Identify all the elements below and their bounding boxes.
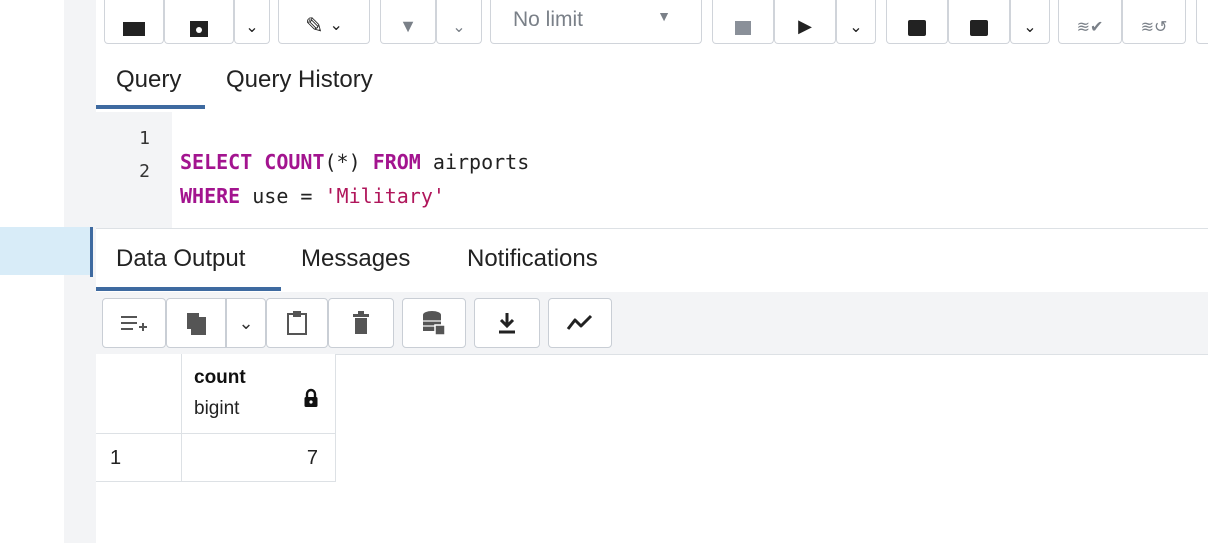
cell-value: 7 (306, 447, 318, 469)
line-number: 2 (139, 161, 150, 182)
copy-button[interactable] (166, 298, 226, 348)
row-number: 1 (110, 447, 122, 469)
tab-notifications[interactable]: Notifications (467, 245, 598, 273)
download-button[interactable] (474, 298, 540, 348)
tab-query[interactable]: Query (116, 66, 181, 94)
save-data-icon (423, 311, 446, 336)
graph-icon (566, 314, 593, 330)
pencil-icon: ✎ (305, 12, 324, 38)
paste-icon (287, 311, 307, 335)
save-dropdown-button[interactable]: ⌄ (234, 0, 270, 44)
graph-visualiser-button[interactable] (548, 298, 612, 348)
row-limit-value: No limit (513, 7, 584, 31)
download-icon (499, 313, 515, 334)
sql-keyword: WHERE (180, 184, 241, 208)
save-file-button[interactable] (164, 0, 234, 44)
tab-data-output[interactable]: Data Output (116, 245, 245, 273)
row-limit-select[interactable]: No limit ▼ (490, 0, 702, 44)
tab-query-history[interactable]: Query History (226, 66, 373, 94)
explain-analyze-icon (970, 19, 988, 36)
chevron-down-icon: ⌄ (849, 18, 863, 36)
filter-dropdown-button[interactable]: ⌄ (436, 0, 482, 44)
folder-icon (123, 21, 145, 36)
caret-down-icon: ▼ (657, 8, 671, 24)
play-icon: ▶ (798, 16, 812, 36)
open-file-button[interactable] (104, 0, 164, 44)
stop-button[interactable] (712, 0, 774, 44)
add-row-button[interactable] (102, 298, 166, 348)
chevron-down-icon: ⌄ (238, 312, 254, 333)
delete-icon (353, 311, 369, 334)
sql-string: 'Military' (324, 184, 445, 208)
tab-messages[interactable]: Messages (301, 245, 410, 273)
explain-button[interactable] (886, 0, 948, 44)
execute-dropdown-button[interactable]: ⌄ (836, 0, 876, 44)
chevron-down-icon: ⌄ (245, 18, 259, 36)
explain-analyze-button[interactable] (948, 0, 1010, 44)
grid-corner-cell[interactable] (96, 354, 182, 434)
column-name: count (194, 367, 246, 388)
save-icon (190, 20, 208, 37)
sql-condition: use = (252, 184, 325, 208)
active-tab-indicator (96, 105, 205, 109)
commit-icon: ≋✔ (1076, 18, 1104, 36)
explain-icon (908, 19, 926, 36)
rollback-button[interactable]: ≋↺ (1122, 0, 1186, 44)
code-line: WHERE use = 'Military' (180, 160, 445, 208)
lock-icon (304, 388, 318, 407)
filter-button[interactable]: ▼ (380, 0, 436, 44)
filter-icon: ▼ (399, 16, 417, 36)
panel-active-edge (90, 227, 93, 277)
stop-icon (735, 20, 751, 35)
add-row-icon (121, 316, 147, 331)
line-number: 1 (139, 128, 150, 149)
delete-button[interactable] (328, 298, 394, 348)
chevron-down-icon: ⌄ (329, 16, 343, 34)
chevron-down-icon: ⌄ (1023, 18, 1037, 36)
save-data-button[interactable] (402, 298, 466, 348)
paste-button[interactable] (266, 298, 328, 348)
copy-icon (187, 313, 206, 335)
explain-dropdown-button[interactable]: ⌄ (1010, 0, 1050, 44)
splitter-highlight[interactable] (0, 227, 92, 275)
rollback-icon: ≋↺ (1140, 18, 1168, 36)
active-tab-indicator (96, 287, 281, 291)
chevron-down-icon: ⌄ (452, 18, 466, 36)
row-number-cell[interactable] (96, 434, 182, 482)
toolbar-button-partial[interactable] (1196, 0, 1208, 44)
commit-button[interactable]: ≋✔ (1058, 0, 1122, 44)
output-tabs (96, 228, 1208, 294)
execute-button[interactable]: ▶ (774, 0, 836, 44)
sql-table: airports (432, 150, 530, 174)
copy-options-dropdown[interactable]: ⌄ (226, 298, 266, 348)
column-type: bigint (194, 398, 240, 419)
edit-button[interactable]: ✎ ⌄ (278, 0, 370, 44)
